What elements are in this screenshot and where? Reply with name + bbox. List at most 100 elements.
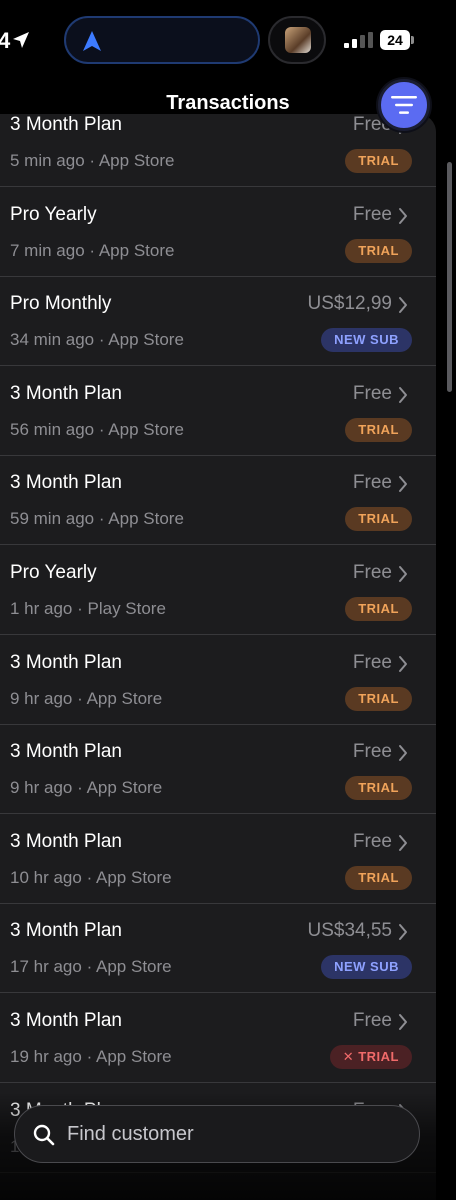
transaction-store: App Store (96, 957, 172, 977)
status-badge: TRIAL (345, 149, 412, 173)
transaction-plan: 3 Month Plan (10, 472, 122, 494)
meta-separator: · (84, 151, 99, 170)
transaction-price: Free (352, 472, 392, 494)
transaction-row[interactable]: 3 Month Plan 10 hr ago · App Store Free TRI… (0, 815, 436, 904)
transaction-price: Free (352, 651, 392, 673)
chevron-right-icon (399, 655, 407, 672)
meta-separator: · (72, 778, 87, 798)
transaction-store: App Store (96, 867, 172, 887)
transaction-time: 10 hr ago (10, 867, 82, 887)
transaction-row[interactable]: 3 Month Plan 5 min ago · App Store Free TRI… (0, 114, 436, 187)
chevron-right-icon (399, 476, 407, 493)
filter-button[interactable] (378, 79, 430, 131)
status-badge: TRIAL (345, 238, 412, 263)
transaction-time: 34 min ago (10, 330, 95, 350)
transaction-row[interactable]: Pro Yearly 7 min ago · App Store Free TRIAL (0, 188, 436, 277)
transaction-store: App Store (86, 778, 163, 798)
status-badge: TRIAL (345, 417, 412, 442)
transaction-store: App Store (96, 1047, 172, 1066)
transaction-plan: Pro Monthly (10, 293, 112, 315)
transaction-meta: 9 hr ago · App Store (10, 778, 162, 798)
battery-indicator: 24 (380, 30, 414, 50)
chevron-right-icon (399, 386, 407, 403)
filter-icon (391, 96, 417, 114)
transaction-store: App Store (108, 509, 184, 529)
transaction-time: 17 hr ago (10, 957, 82, 977)
status-bar: 4 24 (0, 0, 456, 78)
meta-separator: · (72, 599, 88, 618)
search-input[interactable] (67, 1106, 397, 1162)
transaction-plan: 3 Month Plan (10, 1010, 122, 1031)
transaction-plan: 3 Month Plan (10, 382, 122, 404)
transaction-meta: 17 hr ago · App Store (10, 957, 172, 977)
dynamic-island-navigation[interactable] (64, 16, 260, 64)
chevron-right-icon (399, 1014, 407, 1030)
transaction-plan: 3 Month Plan (10, 651, 122, 673)
transaction-meta: 19 hr ago · App Store (10, 1047, 172, 1067)
chevron-right-icon (399, 207, 407, 224)
transaction-row[interactable]: 3 Month Plan 56 min ago · App Store Free TR… (0, 367, 436, 456)
chevron-right-icon (399, 566, 407, 582)
transaction-price: Free (352, 830, 392, 852)
transaction-row[interactable]: 3 Month Plan 17 hr ago · App Store US$34,5… (0, 904, 436, 994)
transaction-price: US$12,99 (307, 293, 392, 315)
cellular-signal-icon (344, 32, 373, 48)
meta-separator: · (72, 688, 87, 708)
status-badge: TRIAL (345, 507, 412, 532)
meta-separator: · (81, 957, 97, 977)
transaction-time: 5 min ago (10, 151, 85, 170)
transaction-time: 7 min ago (10, 240, 85, 260)
transaction-time: 9 hr ago (10, 778, 73, 798)
chevron-right-icon (399, 834, 407, 851)
meta-separator: · (94, 419, 109, 439)
live-activity-pill[interactable] (268, 16, 326, 64)
transaction-row[interactable]: Pro Monthly 34 min ago · App Store US$12,9… (0, 277, 436, 367)
transaction-row[interactable]: 3 Month Plan 9 hr ago · App Store Free TRIA… (0, 725, 436, 815)
status-badge: NEW SUB (321, 328, 412, 353)
location-arrow-icon (13, 32, 29, 48)
transaction-row[interactable]: 3 Month Plan 9 hr ago · App Store Free TRIA… (0, 636, 436, 725)
transaction-plan: 3 Month Plan (10, 830, 122, 852)
status-badge: NEW SUB (321, 955, 412, 980)
meta-separator: · (84, 240, 99, 260)
transaction-meta: 9 hr ago · App Store (10, 689, 162, 709)
transaction-price: Free (352, 562, 392, 583)
transaction-time: 9 hr ago (10, 688, 73, 708)
transaction-price: Free (352, 203, 392, 225)
transaction-store: App Store (86, 688, 163, 708)
chevron-right-icon (399, 745, 407, 762)
transaction-meta: 5 min ago · App Store (10, 151, 174, 171)
search-bar[interactable] (14, 1105, 420, 1163)
transaction-row[interactable]: 3 Month Plan 59 min ago · App Store Free TR… (0, 456, 436, 546)
search-icon (33, 1124, 55, 1146)
status-badge: TRIAL (345, 865, 412, 890)
status-badge: TRIAL (345, 686, 412, 711)
transaction-time: 1 hr ago (10, 599, 73, 618)
transaction-store: App Store (98, 240, 175, 260)
navigation-arrow-icon (83, 31, 101, 51)
transaction-store: App Store (108, 330, 184, 350)
scrollbar[interactable] (447, 162, 452, 392)
transaction-meta: 34 min ago · App Store (10, 330, 184, 350)
transaction-plan: Pro Yearly (10, 562, 97, 583)
transaction-row[interactable]: 3 Month Plan 19 hr ago · App Store Free ✕ T… (0, 994, 436, 1083)
transaction-store: Play Store (87, 599, 166, 618)
chevron-right-icon (399, 297, 407, 314)
status-time: 4 (0, 28, 11, 53)
meta-separator: · (94, 509, 109, 529)
transaction-plan: 3 Month Plan (10, 920, 122, 942)
transaction-store: App Store (98, 151, 175, 170)
transaction-row[interactable]: Pro Yearly 1 hr ago · Play Store Free TRIAL (0, 546, 436, 635)
meta-separator: · (81, 1047, 97, 1066)
transactions-list[interactable]: 3 Month Plan 5 min ago · App Store Free TRI… (0, 114, 436, 1200)
meta-separator: · (94, 330, 109, 350)
transaction-plan: 3 Month Plan (10, 741, 122, 763)
transaction-store: App Store (108, 419, 184, 439)
status-badge: TRIAL (345, 776, 412, 801)
transaction-price: Free (352, 1010, 392, 1031)
meta-separator: · (81, 867, 97, 887)
chevron-right-icon (399, 924, 407, 941)
transaction-price: Free (352, 741, 392, 763)
transaction-meta: 56 min ago · App Store (10, 420, 184, 440)
transaction-time: 19 hr ago (10, 1047, 82, 1066)
